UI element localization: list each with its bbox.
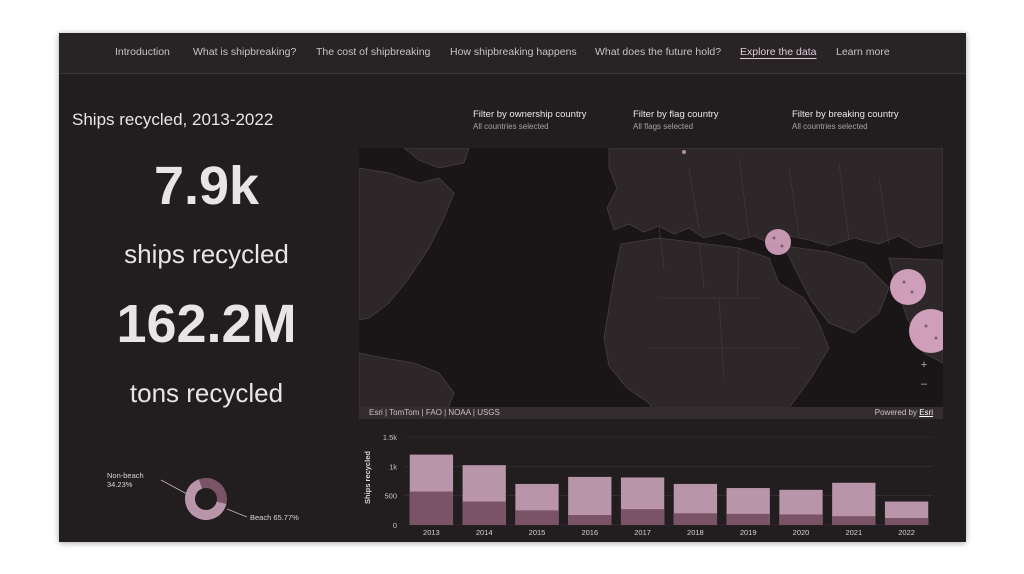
zoom-out-button[interactable]: – <box>917 377 931 391</box>
leader-line-beach <box>226 508 248 518</box>
beach-donut-chart <box>160 477 248 520</box>
tons-label: tons recycled <box>129 378 284 408</box>
powered-by-prefix: Powered by <box>874 408 920 417</box>
map-landmass <box>359 148 943 419</box>
bar-segment-2016[interactable] <box>568 515 612 525</box>
nav-future[interactable]: What does the future hold? <box>595 46 721 58</box>
nav-how-shipbreaking-happens[interactable]: How shipbreaking happens <box>450 46 577 58</box>
ships-recycled-bar-chart: Ships recycled 0 500 1k 1.5k 2013 2014 2015 201… <box>363 433 933 537</box>
top-navigation: Introduction What is shipbreaking? The c… <box>59 33 966 74</box>
filter-ownership-country[interactable]: Filter by ownership country All countrie… <box>473 109 587 131</box>
bars: 0 500 1k 1.5k 2013 2014 2015 2016 2017 2018 2019 20… <box>383 433 933 537</box>
donut-slices <box>185 477 227 520</box>
filter-ownership-status: All countries selected <box>473 122 549 131</box>
nav-cost-of-shipbreaking[interactable]: The cost of shipbreaking <box>316 46 430 58</box>
x-tick-label: 2013 <box>423 528 440 537</box>
x-tick-label: 2022 <box>898 528 915 537</box>
map-attribution-bar: Esri | TomTom | FAO | NOAA | USGS Powere… <box>359 407 943 419</box>
bar-segment-2014[interactable] <box>462 501 506 525</box>
nav-introduction[interactable]: Introduction <box>115 46 170 58</box>
filter-breaking-country[interactable]: Filter by breaking country All countries… <box>792 109 899 131</box>
cluster-pakistan <box>890 269 926 305</box>
bar-segment-2021[interactable] <box>832 516 876 525</box>
y-axis-label: Ships recycled <box>363 451 372 504</box>
filter-flag-status: All flags selected <box>633 122 694 131</box>
filter-flag-title: Filter by flag country <box>633 109 719 120</box>
bar-segment-2015[interactable] <box>515 510 559 525</box>
nonbeach-percent: 34.23% <box>107 480 133 489</box>
nav-what-is-shipbreaking[interactable]: What is shipbreaking? <box>193 46 296 58</box>
dashboard: Introduction What is shipbreaking? The c… <box>59 33 966 542</box>
nav-learn-more[interactable]: Learn more <box>836 46 890 58</box>
leader-line-nonbeach <box>160 479 188 495</box>
x-tick-label: 2015 <box>529 528 546 537</box>
x-tick-label: 2018 <box>687 528 704 537</box>
cluster-turkey <box>765 229 791 255</box>
map-land-greenland <box>403 148 470 169</box>
bar-segment-2013[interactable] <box>409 491 454 525</box>
donut-label-nonbeach: Non-beach 34.23% <box>107 471 144 489</box>
filter-ownership-title: Filter by ownership country <box>473 109 587 120</box>
cluster-north <box>682 150 686 154</box>
y-tick-label: 0 <box>393 521 397 530</box>
x-tick-label: 2014 <box>476 528 493 537</box>
bar-segment-2017[interactable] <box>620 509 665 525</box>
donut-label-beach: Beach 65.77% <box>250 513 299 522</box>
x-tick-label: 2016 <box>581 528 598 537</box>
bar-segment-2020[interactable] <box>779 514 823 525</box>
bar-segment-2019[interactable] <box>726 513 770 525</box>
ships-count: 7.9k <box>153 156 260 216</box>
x-tick-label: 2017 <box>634 528 651 537</box>
y-tick-label: 1k <box>389 462 397 471</box>
map-land-north-america <box>359 167 455 321</box>
map-attribution: Esri | TomTom | FAO | NOAA | USGS <box>369 408 500 417</box>
filter-breaking-status: All countries selected <box>792 122 868 131</box>
bar-segment-2022[interactable] <box>884 517 929 525</box>
filter-breaking-title: Filter by breaking country <box>792 109 899 120</box>
zoom-in-button[interactable]: + <box>917 358 931 372</box>
x-tick-label: 2020 <box>793 528 810 537</box>
world-map[interactable] <box>359 148 943 419</box>
bar-segment-2018[interactable] <box>673 513 718 525</box>
ships-label: ships recycled <box>124 239 289 269</box>
filter-flag-country[interactable]: Filter by flag country All flags selecte… <box>633 109 719 131</box>
x-tick-label: 2021 <box>845 528 862 537</box>
y-tick-label: 500 <box>384 492 397 501</box>
powered-by: Powered by Esri <box>875 408 933 417</box>
summary-title: Ships recycled, 2013-2022 <box>72 110 274 129</box>
esri-link[interactable]: Esri <box>919 408 933 417</box>
y-tick-label: 1.5k <box>383 433 397 442</box>
x-tick-label: 2019 <box>740 528 757 537</box>
nav-explore-data[interactable]: Explore the data <box>740 46 816 58</box>
tons-count: 162.2M <box>116 294 297 354</box>
nonbeach-name: Non-beach <box>107 471 144 480</box>
